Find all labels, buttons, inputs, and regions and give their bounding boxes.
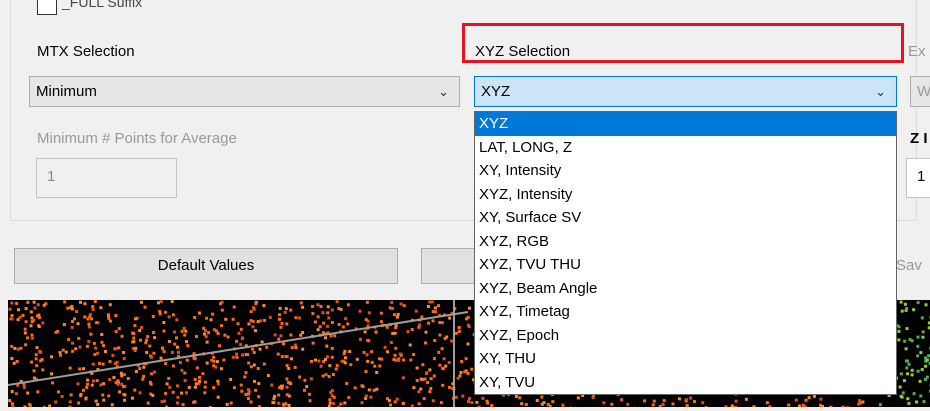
full-suffix-label: _FULL Suffix — [62, 0, 142, 10]
min-points-input[interactable]: 1 — [36, 158, 177, 198]
w-combo-value: W — [917, 83, 930, 100]
xyz-selection-value: XYZ — [481, 83, 510, 100]
mtx-selection-label: MTX Selection — [37, 43, 135, 60]
xyz-option[interactable]: XYZ — [475, 112, 896, 136]
default-values-button[interactable]: Default Values — [14, 248, 398, 284]
xyz-option[interactable]: XY, TVU — [475, 371, 896, 395]
xyz-selection-highlight-box — [462, 23, 904, 63]
xyz-option[interactable]: XYZ, Epoch — [475, 324, 896, 348]
middle-button[interactable] — [421, 248, 481, 284]
xyz-option[interactable]: XY, THU — [475, 347, 896, 371]
z-label-clipped: Z I — [910, 130, 928, 147]
full-suffix-checkbox[interactable] — [37, 0, 57, 15]
xyz-option[interactable]: LAT, LONG, Z — [475, 136, 896, 160]
xyz-option[interactable]: XYZ, Intensity — [475, 183, 896, 207]
xyz-option[interactable]: XY, Intensity — [475, 159, 896, 183]
chevron-down-icon: ⌄ — [438, 77, 449, 106]
mtx-selection-value: Minimum — [36, 83, 97, 100]
mtx-selection-combo[interactable]: Minimum ⌄ — [29, 76, 460, 107]
xyz-dropdown-list[interactable]: XYZLAT, LONG, ZXY, IntensityXYZ, Intensi… — [474, 111, 897, 395]
xyz-option[interactable]: XYZ, Beam Angle — [475, 277, 896, 301]
w-combo-clipped[interactable]: W — [910, 76, 930, 107]
ex-label-clipped: Ex — [908, 43, 926, 60]
xyz-selection-combo[interactable]: XYZ ⌄ — [474, 76, 897, 107]
xyz-option[interactable]: XYZ, Timetag — [475, 300, 896, 324]
chevron-down-icon: ⌄ — [875, 77, 886, 106]
save-button-clipped[interactable]: Sav — [896, 257, 922, 274]
xyz-option[interactable]: XYZ, TVU THU — [475, 253, 896, 277]
z-input-clipped[interactable]: 1 — [906, 158, 930, 198]
xyz-option[interactable]: XYZ, RGB — [475, 230, 896, 254]
xyz-option[interactable]: XY, Surface SV — [475, 206, 896, 230]
min-points-label: Minimum # Points for Average — [37, 130, 237, 147]
